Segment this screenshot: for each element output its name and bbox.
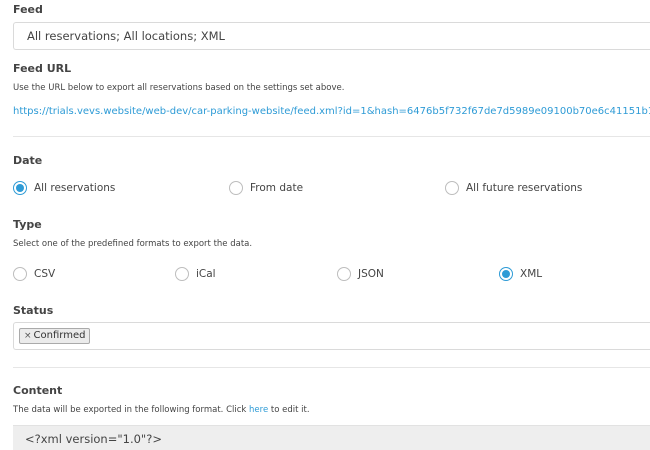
type-radio-xml[interactable]: XML xyxy=(499,267,542,281)
date-radio-all-future[interactable]: All future reservations xyxy=(445,181,582,195)
content-label: Content xyxy=(13,384,63,397)
status-label: Status xyxy=(13,304,54,317)
radio-label: All reservations xyxy=(34,182,116,194)
type-label: Type xyxy=(13,218,42,231)
type-radio-ical[interactable]: iCal xyxy=(175,267,216,281)
divider xyxy=(13,136,650,137)
radio-unchecked-icon xyxy=(13,267,27,281)
edit-format-link[interactable]: here xyxy=(249,405,268,415)
feed-url-link[interactable]: https://trials.vevs.website/web-dev/car-… xyxy=(13,106,650,117)
feed-url-help: Use the URL below to export all reservat… xyxy=(13,83,345,93)
radio-label: All future reservations xyxy=(466,182,583,194)
radio-unchecked-icon xyxy=(445,181,459,195)
date-radio-from-date[interactable]: From date xyxy=(229,181,303,195)
feed-url-label: Feed URL xyxy=(13,62,72,75)
content-help-text-end: to edit it. xyxy=(268,405,310,415)
radio-label: From date xyxy=(250,182,304,194)
feed-label: Feed xyxy=(13,3,43,16)
date-label: Date xyxy=(13,154,43,167)
feed-select[interactable]: All reservations; All locations; XML xyxy=(13,22,650,50)
radio-checked-icon xyxy=(499,267,513,281)
radio-checked-icon xyxy=(13,181,27,195)
type-radio-json[interactable]: JSON xyxy=(337,267,384,281)
radio-label: JSON xyxy=(358,268,384,280)
content-help: The data will be exported in the followi… xyxy=(13,405,310,415)
tag-label: Confirmed xyxy=(33,330,86,341)
radio-label: XML xyxy=(520,268,543,280)
radio-label: iCal xyxy=(196,268,216,280)
date-radio-all-reservations[interactable]: All reservations xyxy=(13,181,115,195)
status-tag-confirmed[interactable]: × Confirmed xyxy=(19,328,91,344)
radio-unchecked-icon xyxy=(229,181,243,195)
radio-unchecked-icon xyxy=(337,267,351,281)
content-help-text: The data will be exported in the followi… xyxy=(13,405,250,415)
remove-tag-icon[interactable]: × xyxy=(24,331,32,341)
radio-label: CSV xyxy=(34,268,56,280)
type-radio-csv[interactable]: CSV xyxy=(13,267,55,281)
type-help: Select one of the predefined formats to … xyxy=(13,239,253,249)
radio-unchecked-icon xyxy=(175,267,189,281)
divider xyxy=(13,367,650,368)
status-tags-input[interactable]: × Confirmed xyxy=(13,322,650,350)
content-code[interactable]: <?xml version="1.0"?> xyxy=(13,425,650,450)
